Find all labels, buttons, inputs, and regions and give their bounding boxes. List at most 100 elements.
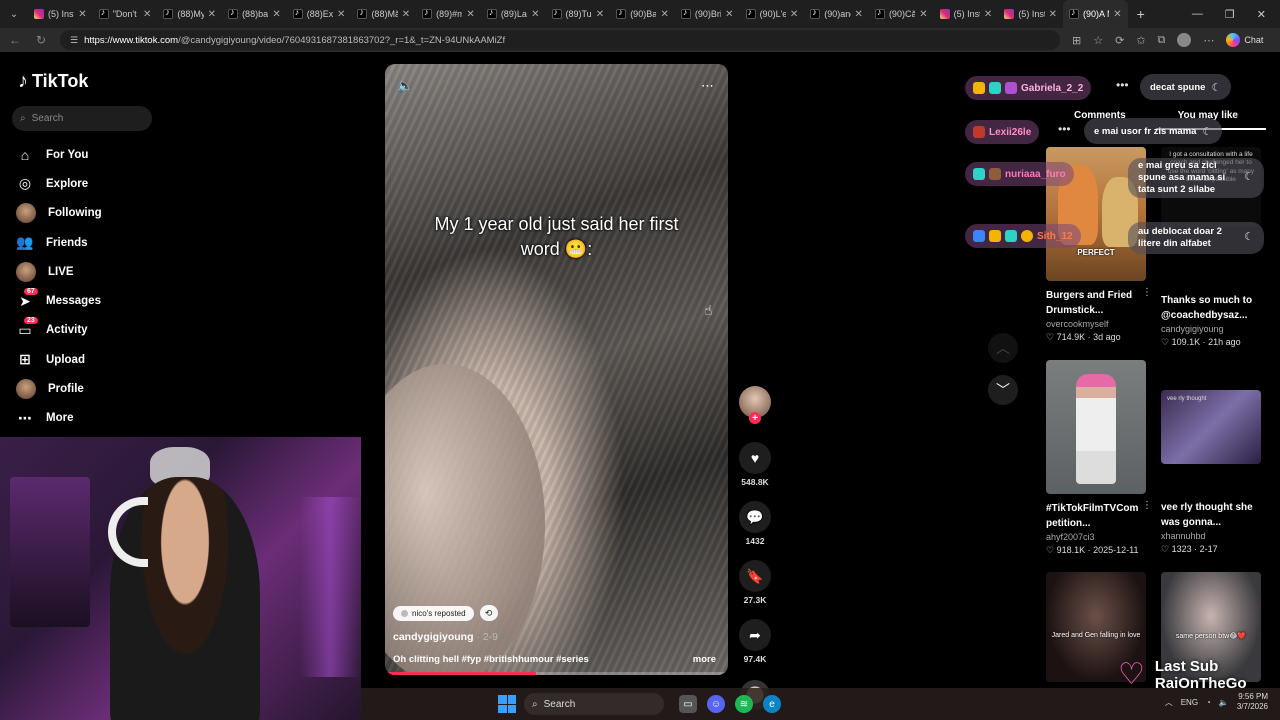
close-tab-icon[interactable]: ✕ bbox=[919, 9, 927, 20]
close-tab-icon[interactable]: ✕ bbox=[78, 9, 86, 20]
collections-icon[interactable]: ⧉ bbox=[1158, 34, 1166, 47]
restore-icon[interactable]: ❐ bbox=[1225, 8, 1235, 21]
card-author[interactable]: ahyf2007ci3 bbox=[1046, 532, 1146, 542]
wifi-icon[interactable]: ◔ bbox=[1206, 698, 1211, 707]
video-more-icon[interactable]: ⋯ bbox=[701, 78, 714, 94]
close-tab-icon[interactable]: ✕ bbox=[790, 9, 798, 20]
close-tab-icon[interactable]: ✕ bbox=[143, 9, 151, 20]
new-tab-button[interactable]: + bbox=[1128, 6, 1154, 22]
volume-icon[interactable]: 🔈 bbox=[397, 78, 413, 94]
next-video-button[interactable]: ﹀ bbox=[988, 375, 1018, 405]
sidebar-item-upload[interactable]: ⊞ Upload bbox=[16, 345, 216, 374]
close-tab-icon[interactable]: ✕ bbox=[466, 9, 474, 20]
video-author[interactable]: candygigiyoung · 2-9 bbox=[393, 631, 498, 643]
card-thumbnail[interactable]: vee rly thought bbox=[1161, 390, 1261, 464]
browser-tab[interactable]: (5) Inst ✕ bbox=[998, 0, 1063, 28]
sidebar-item-for-you[interactable]: ⌂ For You bbox=[16, 140, 216, 169]
like-action[interactable]: ♥ 548.8K bbox=[739, 442, 771, 487]
browser-tab[interactable]: (5) Insta ✕ bbox=[28, 0, 93, 28]
repost-icon[interactable]: ⟲ bbox=[479, 605, 498, 621]
volume-tray-icon[interactable]: 🔈 bbox=[1219, 698, 1229, 707]
extension-icon[interactable]: ⟳ bbox=[1115, 34, 1124, 47]
browser-tab[interactable]: (88)Exp✕ bbox=[287, 0, 352, 28]
search-input[interactable]: ⌕ Search bbox=[12, 106, 152, 131]
browser-tab[interactable]: (88)Măi ✕ bbox=[351, 0, 416, 28]
sidebar-item-profile[interactable]: Profile bbox=[16, 374, 216, 403]
card-author[interactable]: xhannuhbd bbox=[1161, 531, 1261, 541]
recommended-card[interactable]: #TikTokFilmTVCom petition... ahyf2007ci3… bbox=[1046, 360, 1152, 556]
share-icon[interactable]: ➦ bbox=[739, 619, 771, 651]
sidebar-item-messages[interactable]: ➤ 67 Messages bbox=[16, 286, 216, 315]
browser-tab[interactable]: (89)#m✕ bbox=[416, 0, 481, 28]
browser-menu-icon[interactable]: ⋯ bbox=[1203, 34, 1214, 47]
edge-icon[interactable]: e bbox=[763, 695, 781, 713]
browser-tab[interactable]: (90)Bat✕ bbox=[610, 0, 675, 28]
recommended-card[interactable]: vee rly thought vee rly thought she was … bbox=[1161, 390, 1261, 555]
card-thumbnail[interactable] bbox=[1046, 360, 1146, 494]
favorites-icon[interactable]: ✩ bbox=[1136, 34, 1145, 47]
tiktok-logo[interactable]: ♪ TikTok bbox=[18, 70, 88, 93]
sidebar-item-activity[interactable]: ▭ 23 Activity bbox=[16, 316, 216, 345]
language-indicator[interactable]: ENG bbox=[1181, 698, 1198, 707]
sidebar-item-following[interactable]: Following bbox=[16, 199, 216, 228]
card-menu-icon[interactable]: ⋮ bbox=[1142, 287, 1152, 298]
spotify-icon[interactable]: ≋ bbox=[735, 695, 753, 713]
previous-video-button[interactable]: ︿ bbox=[988, 333, 1018, 363]
comment-icon[interactable]: 💬 bbox=[739, 501, 771, 533]
close-tab-icon[interactable]: ✕ bbox=[272, 9, 280, 20]
taskbar-search[interactable]: ⌕ Search bbox=[524, 693, 664, 715]
comment-action[interactable]: 💬 1432 bbox=[739, 501, 771, 546]
close-tab-icon[interactable]: ✕ bbox=[402, 9, 410, 20]
site-info-icon[interactable]: ☰ bbox=[70, 35, 78, 46]
creator-avatar[interactable]: + bbox=[739, 386, 771, 424]
follow-plus-icon[interactable]: + bbox=[749, 412, 761, 424]
copilot-chat-button[interactable]: Chat bbox=[1226, 33, 1263, 47]
minimize-icon[interactable]: — bbox=[1192, 8, 1203, 21]
sidebar-item-live[interactable]: LIVE bbox=[16, 257, 216, 286]
close-tab-icon[interactable]: ✕ bbox=[337, 9, 345, 20]
close-tab-icon[interactable]: ✕ bbox=[1049, 9, 1057, 20]
clock[interactable]: 9:56 PM 3/7/2026 bbox=[1237, 692, 1268, 713]
browser-tab[interactable]: (90)Căc✕ bbox=[869, 0, 934, 28]
card-author[interactable]: overcookmyself bbox=[1046, 319, 1146, 329]
save-action[interactable]: 🔖 27.3K bbox=[739, 560, 771, 605]
video-progress-bar[interactable] bbox=[385, 672, 728, 675]
discord-icon[interactable]: ☺ bbox=[707, 695, 725, 713]
browser-tab[interactable]: (90)Brit ✕ bbox=[675, 0, 740, 28]
windows-start-icon[interactable] bbox=[498, 695, 516, 713]
close-tab-icon[interactable]: ✕ bbox=[984, 9, 992, 20]
share-action[interactable]: ➦ 97.4K bbox=[739, 619, 771, 664]
close-tab-icon[interactable]: ✕ bbox=[855, 9, 863, 20]
refresh-icon[interactable]: ↻ bbox=[34, 33, 48, 47]
favorite-star-icon[interactable]: ☆ bbox=[1093, 34, 1103, 47]
sidebar-item-more[interactable]: ⋯ More bbox=[16, 404, 216, 433]
repost-pill[interactable]: nico's reposted bbox=[393, 605, 474, 621]
profile-avatar[interactable] bbox=[1177, 33, 1192, 47]
url-field[interactable]: ☰ https://www.tiktok.com/@candygigiyoung… bbox=[60, 30, 1060, 50]
more-button[interactable]: more bbox=[693, 654, 716, 665]
video-player[interactable]: 🔈 ⋯ My 1 year old just said her first wo… bbox=[385, 64, 728, 675]
browser-tab[interactable]: (90)L'ef ✕ bbox=[740, 0, 805, 28]
close-tab-icon[interactable]: ✕ bbox=[531, 9, 539, 20]
close-tab-icon[interactable]: ✕ bbox=[208, 9, 216, 20]
close-window-icon[interactable]: ✕ bbox=[1257, 8, 1266, 21]
browser-tab[interactable]: (5) Insta ✕ bbox=[934, 0, 999, 28]
tab-list-chevron-icon[interactable]: ⌄ bbox=[0, 0, 28, 28]
browser-tab[interactable]: (88)bac✕ bbox=[222, 0, 287, 28]
close-tab-icon[interactable]: ✕ bbox=[596, 9, 604, 20]
sidebar-item-friends[interactable]: 👥 Friends bbox=[16, 228, 216, 257]
tray-chevron-icon[interactable]: ︿ bbox=[1165, 697, 1173, 708]
browser-tab[interactable]: (88)My ✕ bbox=[157, 0, 222, 28]
card-author[interactable]: candygigiyoung bbox=[1161, 324, 1261, 334]
app-available-icon[interactable]: ⊞ bbox=[1072, 34, 1081, 47]
browser-tab[interactable]: (90)A M ✕ bbox=[1063, 0, 1128, 28]
sidebar-item-explore[interactable]: ◎ Explore bbox=[16, 169, 216, 198]
browser-tab[interactable]: "Don't w ✕ bbox=[93, 0, 158, 28]
close-tab-icon[interactable]: ✕ bbox=[660, 9, 668, 20]
heart-icon[interactable]: ♥ bbox=[739, 442, 771, 474]
browser-tab[interactable]: (89)La f ✕ bbox=[481, 0, 546, 28]
file-explorer-icon[interactable]: ▭ bbox=[679, 695, 697, 713]
bookmark-icon[interactable]: 🔖 bbox=[739, 560, 771, 592]
close-tab-icon[interactable]: ✕ bbox=[1113, 9, 1121, 20]
card-menu-icon[interactable]: ⋮ bbox=[1142, 500, 1152, 511]
